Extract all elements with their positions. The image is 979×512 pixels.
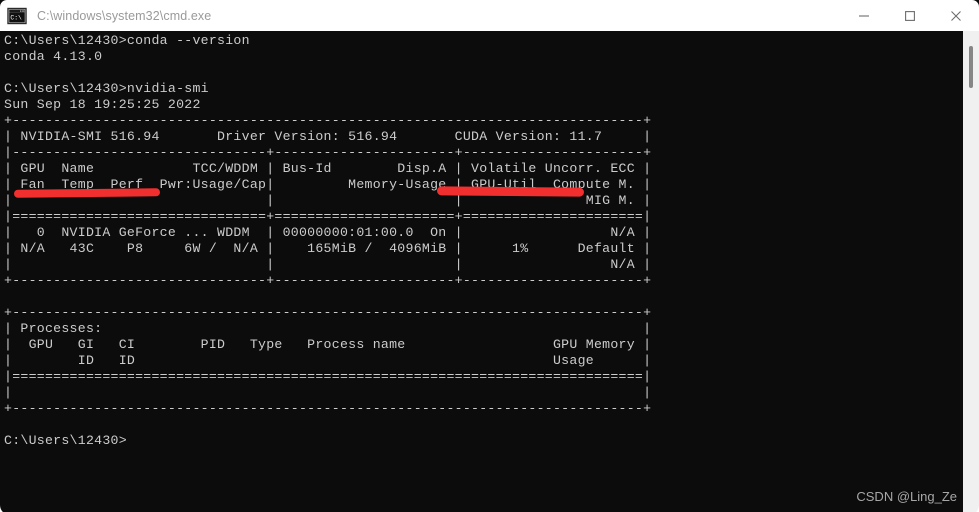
terminal-text: C:\Users\12430>conda --version conda 4.1… <box>4 33 652 448</box>
vertical-scrollbar[interactable] <box>963 31 979 512</box>
maximize-button[interactable] <box>887 0 933 31</box>
svg-text:C:\: C:\ <box>10 14 22 21</box>
window-controls <box>841 0 979 31</box>
minimize-button[interactable] <box>841 0 887 31</box>
csdn-watermark: CSDN @Ling_Ze <box>856 489 957 504</box>
cmd-window: C:\ C:\windows\system32\cmd.exe C:\Users… <box>0 0 979 512</box>
window-title: C:\windows\system32\cmd.exe <box>37 8 212 23</box>
title-bar[interactable]: C:\ C:\windows\system32\cmd.exe <box>0 0 979 31</box>
scrollbar-thumb[interactable] <box>969 46 973 88</box>
terminal-output-area[interactable]: C:\Users\12430>conda --version conda 4.1… <box>0 31 963 512</box>
close-button[interactable] <box>933 0 979 31</box>
cmd-console-icon: C:\ <box>7 7 27 25</box>
